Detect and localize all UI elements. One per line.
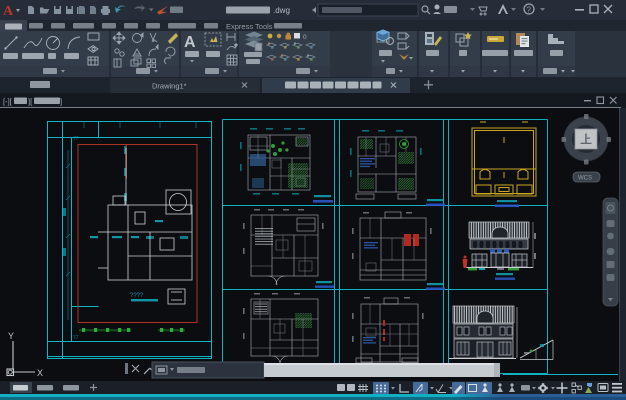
svg-text:][: ][ xyxy=(28,97,33,106)
svg-text:[-][: [-][ xyxy=(3,97,13,106)
svg-text:X: X xyxy=(37,368,43,378)
svg-text:Express Tools: Express Tools xyxy=(226,22,273,31)
svg-text:0: 0 xyxy=(303,34,307,41)
svg-text:A: A xyxy=(3,4,14,19)
svg-text:77: 77 xyxy=(73,136,79,142)
svg-text:Drawing1*: Drawing1* xyxy=(152,82,187,91)
svg-text:?: ? xyxy=(527,6,532,15)
svg-text:.dwg: .dwg xyxy=(273,6,290,15)
svg-text:Y: Y xyxy=(8,331,14,341)
svg-text:]: ] xyxy=(60,97,62,106)
svg-text:A: A xyxy=(184,34,196,51)
svg-text:77: 77 xyxy=(73,335,79,341)
svg-text:????: ???? xyxy=(130,293,144,299)
svg-text:WCS: WCS xyxy=(578,176,592,182)
